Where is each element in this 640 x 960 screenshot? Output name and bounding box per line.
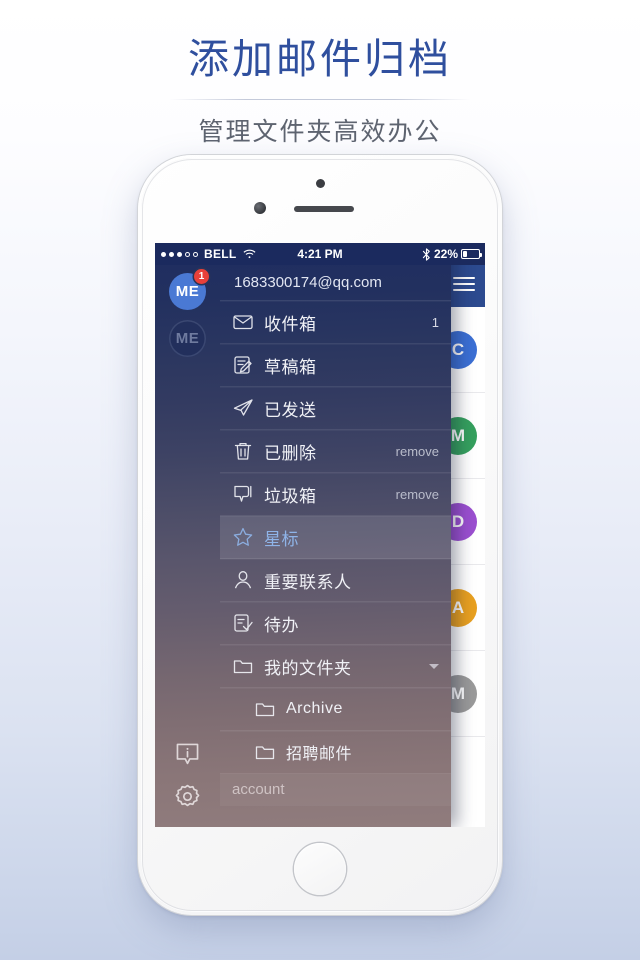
drawer-item-label: 垃圾箱 [264, 486, 317, 506]
phone-screen: C M D A M ME 1 ME 1683300174@qq.com 收件箱 … [155, 243, 485, 827]
drawer-item-label: 收件箱 [264, 314, 317, 334]
gear-icon[interactable] [173, 782, 202, 811]
drawer-item-vip-contacts[interactable]: 重要联系人 [220, 559, 451, 602]
phone-mockup: C M D A M ME 1 ME 1683300174@qq.com 收件箱 … [138, 155, 502, 915]
status-bar: BELL 4:21 PM 22% [155, 243, 485, 265]
account-email[interactable]: 1683300174@qq.com [220, 265, 451, 301]
unread-count: 1 [431, 314, 439, 330]
folder-icon [232, 655, 254, 677]
chevron-down-icon[interactable] [429, 663, 439, 669]
drawer-item-action[interactable]: remove [396, 487, 439, 502]
drawer-menu: 1683300174@qq.com 收件箱 1 草稿箱 已发送 已删除 remo… [220, 265, 451, 827]
battery-percent: 22% [433, 247, 458, 261]
drawer-item-drafts[interactable]: 草稿箱 [220, 344, 451, 387]
person-icon [232, 569, 254, 591]
todo-icon [232, 612, 254, 634]
drawer-subfolder-label: 招聘邮件 [286, 746, 353, 763]
front-camera-icon [316, 179, 325, 188]
drawer-item-inbox[interactable]: 收件箱 1 [220, 301, 451, 344]
rail-account-0[interactable]: ME 1 [169, 269, 209, 310]
promo-header: 添加邮件归档 管理文件夹高效办公 [0, 0, 640, 150]
account-rail: ME 1 ME [155, 265, 220, 827]
drawer-item-label: 我的文件夹 [264, 658, 352, 678]
avatar: ME [169, 320, 206, 357]
envelope-icon [232, 311, 254, 333]
star-icon [232, 526, 254, 548]
status-badge: 1 [194, 269, 209, 284]
folder-icon [254, 741, 276, 763]
drawer-item-starred[interactable]: 星标 [220, 516, 451, 559]
drawer-item-label: 已发送 [264, 400, 317, 420]
folder-icon [254, 698, 276, 720]
drawer-item-spam[interactable]: 垃圾箱 remove [220, 473, 451, 516]
drawer-item-label: 重要联系人 [264, 572, 352, 592]
earpiece-speaker [294, 206, 354, 212]
spam-icon [232, 483, 254, 505]
bluetooth-icon [422, 247, 431, 261]
page-subtitle: 管理文件夹高效办公 [198, 118, 442, 147]
drawer-subfolder-recruiting[interactable]: 招聘邮件 [220, 731, 451, 774]
drawer-item-sent[interactable]: 已发送 [220, 387, 451, 430]
drawer-item-deleted[interactable]: 已删除 remove [220, 430, 451, 473]
info-icon[interactable] [173, 740, 202, 769]
trash-icon [232, 440, 254, 462]
drawer-section-header: account [220, 774, 451, 806]
drawer-item-label: 已删除 [264, 443, 317, 463]
drawer-item-label: 草稿箱 [264, 357, 317, 377]
send-icon [232, 397, 254, 419]
navigation-drawer: ME 1 ME 1683300174@qq.com 收件箱 1 草稿箱 已发送 … [155, 243, 485, 827]
drawer-item-label: 待办 [264, 615, 299, 635]
hamburger-icon[interactable] [453, 277, 475, 293]
drawer-item-label: 星标 [264, 529, 299, 549]
drawer-item-action[interactable]: remove [396, 444, 439, 459]
drawer-subfolder-archive[interactable]: Archive [220, 688, 451, 731]
header-divider [170, 99, 470, 101]
draft-icon [232, 354, 254, 376]
proximity-sensor-icon [254, 202, 266, 214]
status-right: 22% [422, 243, 483, 265]
drawer-item-todo[interactable]: 待办 [220, 602, 451, 645]
drawer-item-my-folders[interactable]: 我的文件夹 [220, 645, 451, 688]
rail-account-1[interactable]: ME [169, 320, 206, 357]
drawer-subfolder-label: Archive [286, 700, 343, 717]
battery-icon [461, 249, 483, 259]
page-title: 添加邮件归档 [188, 36, 452, 82]
home-button[interactable] [294, 843, 346, 895]
